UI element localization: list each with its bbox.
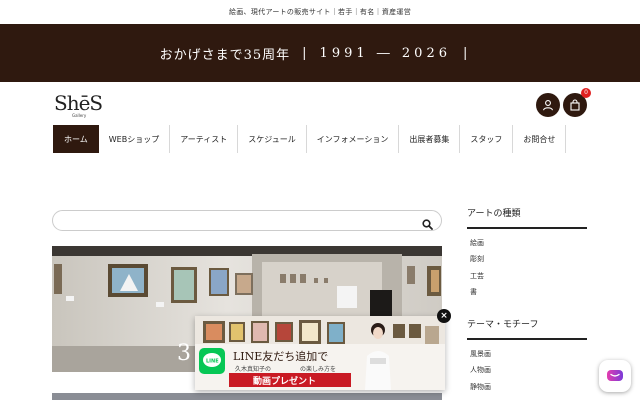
cart-button[interactable]: 0 xyxy=(563,88,591,117)
chat-icon xyxy=(607,370,623,381)
motif-heading: テーマ・モチーフ xyxy=(467,317,587,340)
logo-wordmark: ShēS xyxy=(54,91,103,115)
account-button[interactable] xyxy=(536,93,560,117)
line-promo-popup[interactable]: LINE LINE友だち追加で 久木真知子の の楽しみ方を 動画プレゼント xyxy=(195,316,445,390)
line-promo-graphic: LINE LINE友だち追加で 久木真知子の の楽しみ方を 動画プレゼント xyxy=(195,316,445,390)
anniversary-text: おかげさまで35周年 xyxy=(159,47,291,63)
shopping-bag-icon xyxy=(570,99,580,111)
main-nav: ホーム WEBショップ アーティスト スケジュール インフォメーション 出展者募… xyxy=(53,125,567,153)
sidebar-art-types: アートの種類 絵画 彫刻 工芸 書 xyxy=(467,206,587,300)
close-icon[interactable]: × xyxy=(437,309,451,323)
nav-information[interactable]: インフォメーション xyxy=(307,125,400,153)
art-types-heading: アートの種類 xyxy=(467,206,587,229)
popup-cta: 動画プレゼント xyxy=(253,375,316,387)
sidebar-item-portrait[interactable]: 人物画 xyxy=(467,362,587,378)
sidebar-item-painting[interactable]: 絵画 xyxy=(467,235,587,251)
banner-separator: | xyxy=(302,45,308,61)
nav-artists[interactable]: アーティスト xyxy=(170,125,239,153)
site-header: ShēS Gallery 0 ホーム WEBショップ アーティスト スケジュール… xyxy=(0,82,640,170)
search-box xyxy=(52,210,442,231)
popup-title: LINE友だち追加で xyxy=(233,349,328,363)
line-logo-text: LINE xyxy=(206,359,219,365)
popup-subtitle-left: 久木真知子の xyxy=(235,365,271,373)
nav-contact[interactable]: お問合せ xyxy=(513,125,567,153)
sidebar-motifs: テーマ・モチーフ 風景画 人物画 静物画 xyxy=(467,317,587,395)
nav-schedule[interactable]: スケジュール xyxy=(238,125,307,153)
popup-subtitle-right: の楽しみ方を xyxy=(300,365,336,373)
second-gallery-image[interactable] xyxy=(52,393,442,400)
hero-overlay-text: 3 xyxy=(177,341,191,366)
nav-home[interactable]: ホーム xyxy=(53,125,99,153)
search-input[interactable] xyxy=(63,214,403,228)
chat-widget-button[interactable] xyxy=(599,360,631,392)
cart-count-badge: 0 xyxy=(581,88,591,98)
site-logo[interactable]: ShēS Gallery xyxy=(54,91,103,122)
anniversary-banner: おかげさまで35周年 | 1991 ― 2026 | xyxy=(0,24,640,82)
nav-web-shop[interactable]: WEBショップ xyxy=(99,125,171,153)
nav-exhibitor-recruit[interactable]: 出展者募集 xyxy=(399,125,461,153)
banner-separator-end: | xyxy=(462,45,469,61)
user-icon xyxy=(542,100,554,111)
nav-staff[interactable]: スタッフ xyxy=(460,125,514,153)
top-tagline: 絵画、現代アートの販売サイト｜若手｜有名｜資産運営 xyxy=(0,0,640,24)
anniversary-years: 1991 ― 2026 xyxy=(319,45,451,61)
sidebar-item-still-life[interactable]: 静物画 xyxy=(467,379,587,395)
sidebar-item-calligraphy[interactable]: 書 xyxy=(467,284,587,300)
search-icon[interactable] xyxy=(422,215,433,234)
sidebar-item-crafts[interactable]: 工芸 xyxy=(467,268,587,284)
sidebar-item-sculpture[interactable]: 彫刻 xyxy=(467,251,587,267)
sidebar-item-landscape[interactable]: 風景画 xyxy=(467,346,587,362)
logo-subtitle: Gallery xyxy=(72,113,87,118)
